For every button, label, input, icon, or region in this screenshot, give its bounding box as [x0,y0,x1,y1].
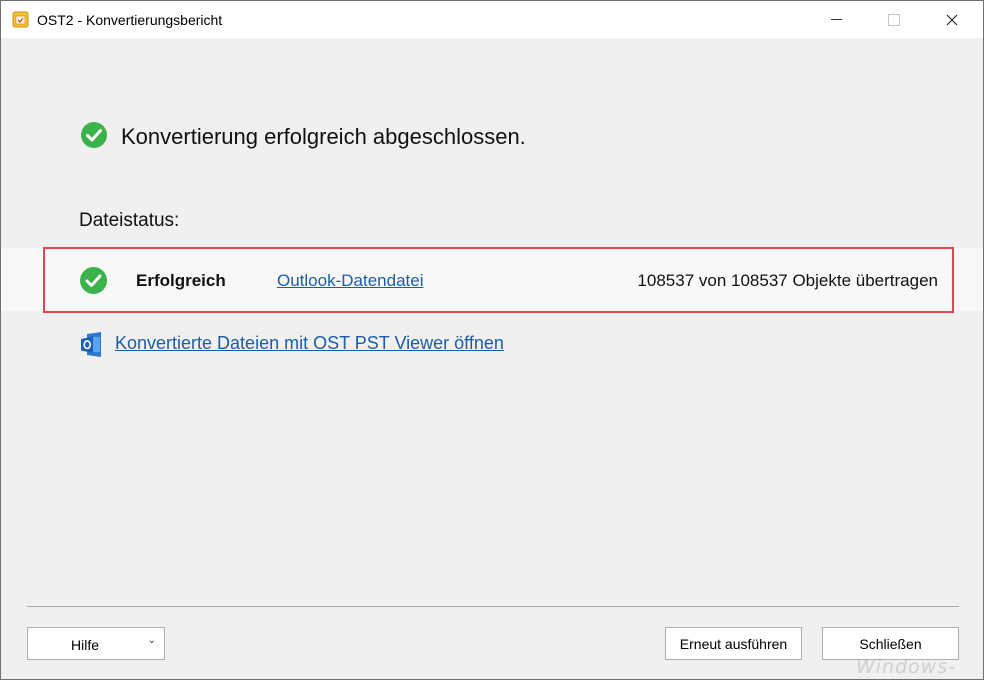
minimize-button[interactable] [813,1,859,38]
minimize-icon [830,19,842,20]
outlook-viewer-icon [81,332,101,357]
window-title: OST2 - Konvertierungsbericht [37,12,223,28]
close-icon [946,14,958,25]
outlook-data-file-link[interactable]: Outlook-Datendatei [277,271,423,291]
maximize-icon [888,13,900,26]
file-status-value: Erfolgreich [136,271,226,290]
help-dropdown-button[interactable]: Hilfe ⌄ [27,627,165,660]
footer-divider [27,606,959,607]
watermark: Windows-FAQ [856,656,957,679]
app-icon [12,11,29,28]
maximize-button[interactable] [871,1,917,38]
close-window-button[interactable] [929,1,975,38]
title-bar: OST2 - Konvertierungsbericht [1,1,983,38]
chevron-down-icon: ⌄ [147,635,156,646]
retry-button[interactable]: Erneut ausführen [665,627,802,660]
success-check-icon [81,122,107,148]
help-button-label: Hilfe [71,637,100,653]
conversion-report-window: OST2 - Konvertierungsbericht Konvertieru… [0,0,984,680]
open-in-viewer-link[interactable]: Konvertierte Dateien mit OST PST Viewer … [115,333,504,354]
row-success-check-icon [80,267,107,294]
transferred-items-count: 108537 von 108537 Objekte übertragen [637,271,938,290]
file-status-label: Dateistatus: [79,210,180,231]
result-headline: Konvertierung erfolgreich abgeschlossen. [121,124,526,149]
